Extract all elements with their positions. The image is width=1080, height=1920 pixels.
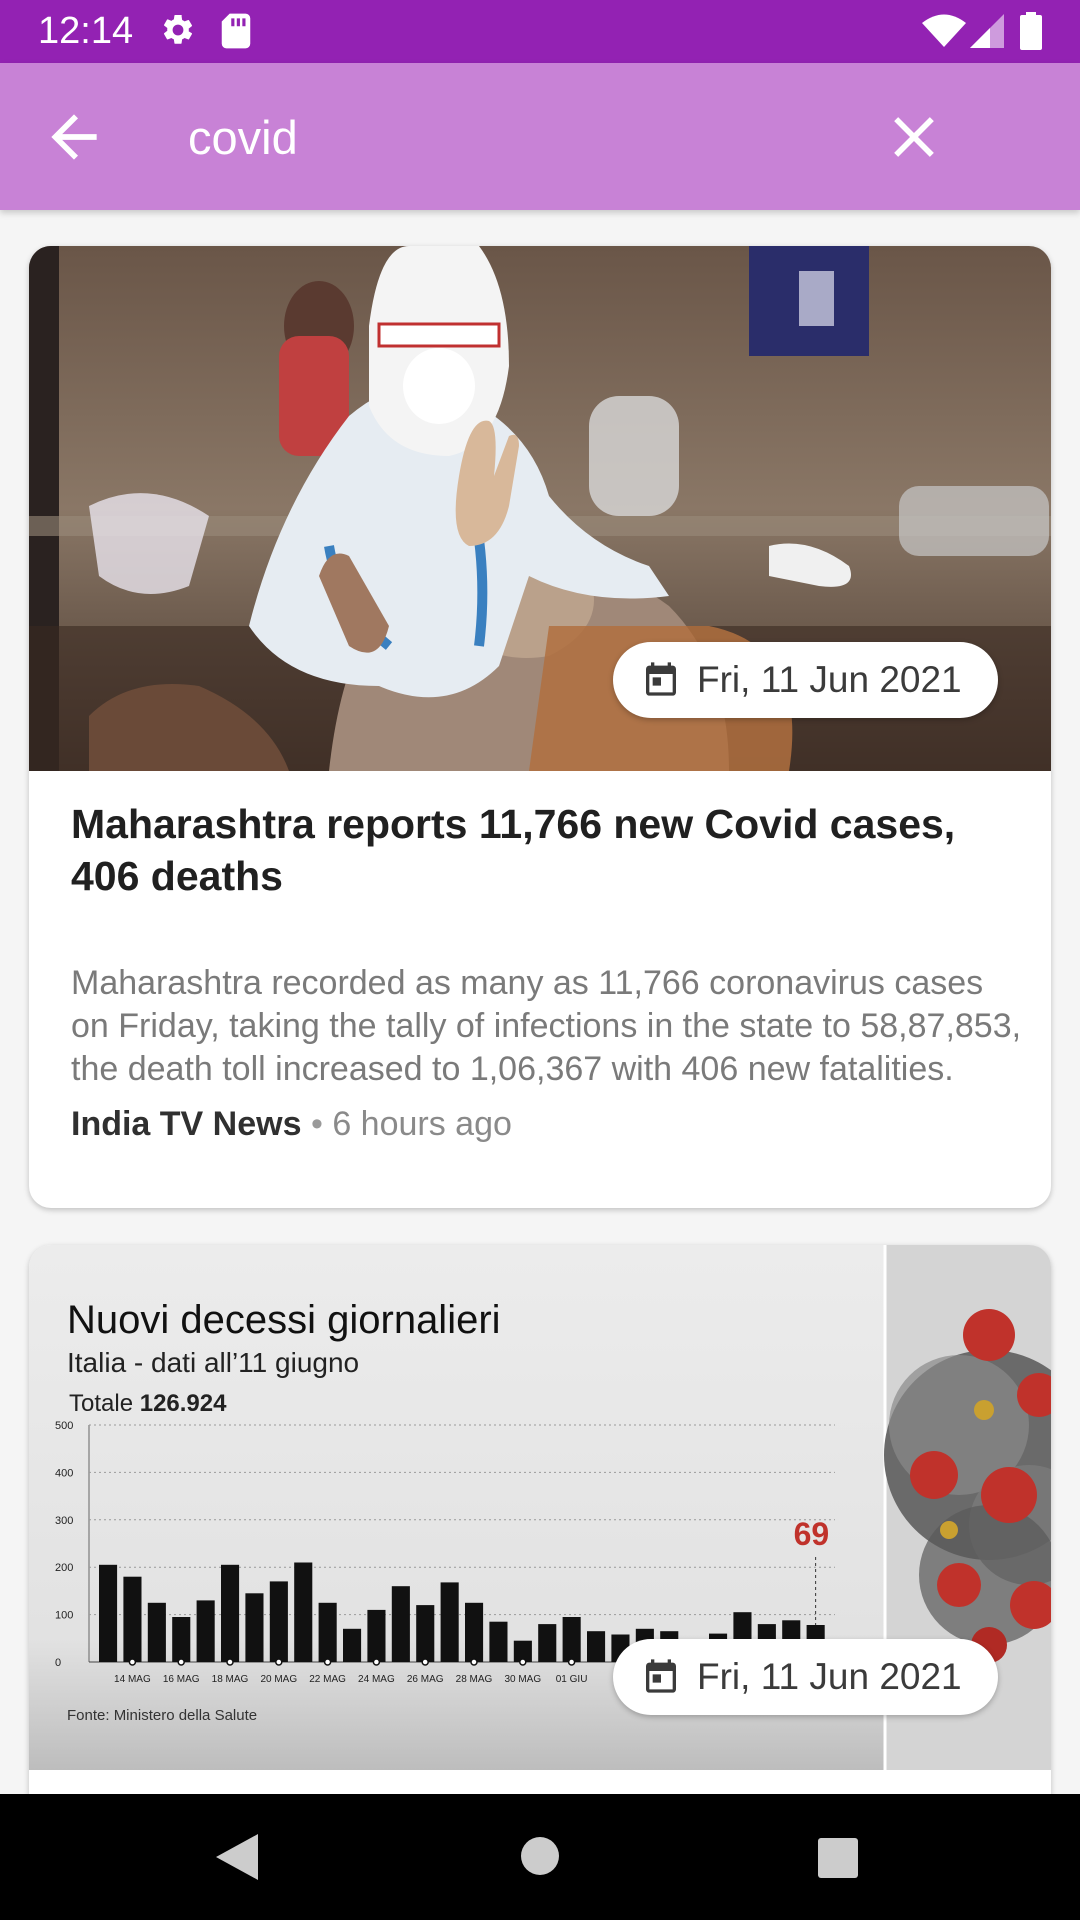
chart-bar xyxy=(123,1576,142,1662)
x-tick-label: 24 MAG xyxy=(358,1674,395,1685)
chart-bar xyxy=(489,1621,508,1662)
status-time: 12:14 xyxy=(38,10,134,52)
news-photo-image: Fri, 11 Jun 2021 xyxy=(29,246,1051,771)
status-bar: 12:14 xyxy=(0,0,1080,63)
search-input[interactable] xyxy=(188,97,838,177)
total-label: Totale xyxy=(69,1390,133,1417)
news-card[interactable]: 500 400 300 200 100 0 14 MAG 16 MAG 18 MAG 20 MA… xyxy=(29,1245,1051,1794)
date-badge: Fri, 11 Jun 2021 xyxy=(613,642,998,718)
x-tick-label: 14 MAG xyxy=(114,1674,151,1685)
article-source: India TV News xyxy=(71,1105,302,1143)
calendar-icon xyxy=(646,662,676,696)
chart-bar xyxy=(391,1586,410,1662)
x-tick-marker xyxy=(226,1658,234,1666)
y-tick-label: 300 xyxy=(55,1515,73,1527)
last-value-label: 69 xyxy=(794,1516,830,1552)
calendar-icon xyxy=(646,1659,676,1693)
x-tick-label: 26 MAG xyxy=(407,1674,444,1685)
date-badge: Fri, 11 Jun 2021 xyxy=(613,1639,998,1715)
x-tick-label: 01 GIU xyxy=(556,1674,588,1685)
chart-bar xyxy=(196,1600,215,1662)
x-tick-marker xyxy=(128,1658,137,1666)
news-card[interactable]: Fri, 11 Jun 2021 Maharashtra reports 11,… xyxy=(29,246,1051,1208)
news-feed[interactable]: Fri, 11 Jun 2021 Maharashtra reports 11,… xyxy=(0,210,1080,1794)
chart-bar xyxy=(562,1617,581,1662)
chart-bar xyxy=(147,1602,166,1663)
date-text: Fri, 11 Jun 2021 xyxy=(697,659,962,700)
wifi-icon xyxy=(922,14,966,47)
chart-title: Nuovi decessi giornalieri xyxy=(67,1298,501,1342)
sd-card-icon xyxy=(221,13,251,49)
x-tick-marker xyxy=(372,1658,381,1666)
chart-bar xyxy=(343,1628,362,1662)
close-icon[interactable] xyxy=(880,103,948,171)
chart-bar xyxy=(440,1582,459,1662)
x-tick-marker xyxy=(470,1658,478,1666)
article-title[interactable]: Maharashtra reports 11,766 new Covid cas… xyxy=(71,798,1021,902)
y-tick-label: 0 xyxy=(55,1657,61,1669)
home-circle-icon[interactable] xyxy=(520,1836,560,1876)
x-tick-label: 20 MAG xyxy=(260,1674,297,1685)
y-tick-label: 100 xyxy=(55,1610,73,1622)
chart-bar xyxy=(172,1617,191,1662)
total-value: 126.924 xyxy=(140,1390,227,1417)
chart-bar xyxy=(367,1609,386,1662)
x-tick-label: 30 MAG xyxy=(504,1674,541,1685)
settings-gear-icon xyxy=(163,14,193,44)
battery-icon xyxy=(1020,12,1042,50)
x-tick-label: 22 MAG xyxy=(309,1674,346,1685)
x-tick-label: 28 MAG xyxy=(456,1674,493,1685)
navigation-bar xyxy=(0,1794,1080,1920)
chart-bar xyxy=(318,1602,337,1663)
x-tick-label: 18 MAG xyxy=(212,1674,249,1685)
chart-bar xyxy=(465,1602,484,1663)
chart-bar xyxy=(587,1631,606,1662)
x-tick-marker xyxy=(323,1658,332,1666)
cell-signal-icon xyxy=(970,14,1004,48)
chart-bar xyxy=(99,1564,118,1662)
x-tick-marker xyxy=(421,1658,429,1666)
meta-separator: • xyxy=(310,1105,323,1143)
y-tick-label: 200 xyxy=(55,1562,73,1574)
article-meta: India TV News • 6 hours ago xyxy=(71,1102,512,1146)
x-tick-marker xyxy=(567,1658,576,1666)
back-triangle-icon[interactable] xyxy=(216,1834,258,1880)
x-tick-marker xyxy=(275,1658,283,1666)
arrow-back-icon[interactable] xyxy=(40,103,108,171)
chart-bar xyxy=(416,1605,435,1662)
chart-bar xyxy=(538,1624,557,1662)
chart-bar xyxy=(245,1593,264,1662)
y-tick-label: 500 xyxy=(55,1420,73,1432)
chart-subtitle: Italia - dati all’11 giugno xyxy=(67,1347,359,1378)
x-tick-label: 16 MAG xyxy=(163,1674,200,1685)
app-bar xyxy=(0,63,1080,210)
chart-source: Fonte: Ministero della Salute xyxy=(67,1707,257,1724)
x-tick-marker xyxy=(519,1658,527,1666)
recents-square-icon[interactable] xyxy=(818,1838,858,1878)
chart-bar xyxy=(269,1581,288,1662)
chart-bar xyxy=(294,1562,313,1662)
article-time: 6 hours ago xyxy=(332,1105,512,1143)
chart-infographic-image: 500 400 300 200 100 0 14 MAG 16 MAG 18 MAG 20 MA… xyxy=(29,1245,1051,1770)
y-tick-label: 400 xyxy=(55,1467,73,1479)
date-text: Fri, 11 Jun 2021 xyxy=(697,1656,962,1697)
chart-bar xyxy=(221,1564,240,1662)
x-tick-marker xyxy=(177,1658,185,1666)
chart-total: Totale 126.924 xyxy=(69,1390,227,1417)
article-description: Maharashtra recorded as many as 11,766 c… xyxy=(71,964,1022,1088)
